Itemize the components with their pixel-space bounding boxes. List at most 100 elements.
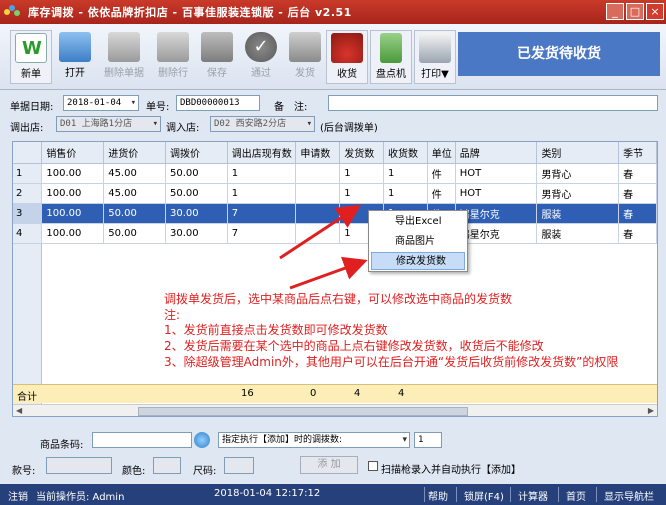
cell-brand[interactable]: HOT: [455, 163, 538, 184]
column-header-receive[interactable]: 收货数: [383, 142, 428, 164]
cell-cost-price[interactable]: 45.00: [103, 183, 166, 204]
cell-receive[interactable]: 1: [383, 183, 428, 204]
maximize-button[interactable]: □: [626, 3, 644, 20]
new-doc-button[interactable]: W 新单: [10, 30, 52, 84]
cell-season[interactable]: 春: [618, 223, 657, 244]
cell-ship[interactable]: 1: [339, 183, 384, 204]
color-input[interactable]: [153, 457, 181, 474]
size-input[interactable]: [224, 457, 254, 474]
menu-item-edit-ship-qty[interactable]: 修改发货数: [371, 252, 465, 270]
cell-ship[interactable]: 1: [339, 163, 384, 184]
add-mode-select[interactable]: 指定执行【添加】时的调拨数:: [218, 432, 410, 448]
doc-no-field[interactable]: DBD00000013: [176, 95, 260, 111]
column-header-stock[interactable]: 调出店现有数: [227, 142, 297, 164]
cell-category[interactable]: 服装: [536, 203, 620, 224]
cell-transfer-price[interactable]: 50.00: [165, 163, 228, 184]
to-store-select[interactable]: D02 西安路2分店: [210, 116, 315, 132]
scroll-left-icon[interactable]: ◀: [16, 406, 22, 415]
cell-brand[interactable]: HOT: [455, 183, 538, 204]
cell-transfer-price[interactable]: 30.00: [165, 223, 228, 244]
item-grid[interactable]: 销售价 进货价 调拨价 调出店现有数 申请数 发货数 收货数 单位 品牌 类别 …: [12, 141, 658, 417]
remark-field[interactable]: [328, 95, 658, 111]
close-button[interactable]: ×: [646, 3, 664, 20]
approve-button[interactable]: ✓ 通过: [240, 30, 282, 84]
ship-button[interactable]: 发货: [284, 30, 326, 84]
context-menu: 导出Excel 商品图片 修改发货数: [368, 210, 468, 272]
cell-category[interactable]: 服装: [536, 223, 620, 244]
cell-cost-price[interactable]: 50.00: [103, 203, 166, 224]
column-header-category[interactable]: 类别: [536, 142, 620, 164]
cell-transfer-price[interactable]: 30.00: [165, 203, 228, 224]
cell-category[interactable]: 男背心: [536, 183, 620, 204]
lock-screen-link[interactable]: 锁屏(F4): [464, 488, 504, 503]
cell-cost-price[interactable]: 45.00: [103, 163, 166, 184]
cell-apply[interactable]: [295, 223, 341, 244]
cell-sale-price[interactable]: 100.00: [41, 183, 105, 204]
home-link[interactable]: 首页: [566, 488, 586, 503]
column-header-transfer-price[interactable]: 调拨价: [165, 142, 228, 164]
help-link[interactable]: 帮助: [428, 488, 448, 503]
row-number: 1: [13, 163, 43, 184]
cell-sale-price[interactable]: 100.00: [41, 223, 105, 244]
date-picker[interactable]: 2018-01-04: [63, 95, 139, 111]
horizontal-scrollbar[interactable]: ◀ ▶: [13, 404, 657, 416]
cell-receive[interactable]: 1: [383, 163, 428, 184]
add-button[interactable]: 添 加: [300, 456, 358, 474]
cell-unit[interactable]: 件: [427, 163, 456, 184]
column-header-apply[interactable]: 申请数: [295, 142, 341, 164]
logout-link[interactable]: 注销: [8, 488, 28, 503]
cell-stock[interactable]: 7: [227, 223, 297, 244]
table-row[interactable]: 2 100.00 45.00 50.00 1 1 1 件 HOT 男背心 春: [13, 183, 657, 204]
column-header-brand[interactable]: 品牌: [455, 142, 538, 164]
cell-stock[interactable]: 1: [227, 163, 297, 184]
cell-season[interactable]: 春: [618, 183, 657, 204]
calculator-link[interactable]: 计算器: [518, 488, 548, 503]
column-header[interactable]: [13, 142, 43, 164]
show-nav-link[interactable]: 显示导航栏: [604, 488, 654, 503]
totals-row: 合计 16 0 4 4: [13, 384, 657, 403]
doc-no-label: 单号:: [146, 102, 170, 113]
column-header-sale-price[interactable]: 销售价: [41, 142, 105, 164]
minimize-button[interactable]: _: [606, 3, 624, 20]
save-button[interactable]: 保存: [196, 30, 238, 84]
print-button[interactable]: 打印▼: [414, 30, 456, 84]
table-row[interactable]: 4 100.00 50.00 30.00 7 1 1 件 鸿星尔克 服装 春: [13, 223, 657, 244]
column-header-unit[interactable]: 单位: [427, 142, 456, 164]
menu-item-export-excel[interactable]: 导出Excel: [371, 213, 465, 231]
cell-apply[interactable]: [295, 203, 341, 224]
delete-doc-button[interactable]: 删除单据: [100, 30, 148, 84]
column-header-ship[interactable]: 发货数: [339, 142, 384, 164]
table-row[interactable]: 1 100.00 45.00 50.00 1 1 1 件 HOT 男背心 春: [13, 163, 657, 184]
style-input[interactable]: [46, 457, 112, 474]
receive-button[interactable]: 收货: [326, 30, 368, 84]
cell-unit[interactable]: 件: [427, 183, 456, 204]
auto-add-checkbox[interactable]: [368, 461, 378, 471]
barcode-input[interactable]: [92, 432, 192, 448]
cell-transfer-price[interactable]: 50.00: [165, 183, 228, 204]
search-icon[interactable]: [194, 432, 210, 448]
cell-stock[interactable]: 7: [227, 203, 297, 224]
from-store-select[interactable]: D01 上海路1分店: [56, 116, 161, 132]
status-bar: 注销 当前操作员: Admin 2018-01-04 12:17:12 帮助 锁…: [0, 484, 666, 505]
cell-cost-price[interactable]: 50.00: [103, 223, 166, 244]
cell-category[interactable]: 男背心: [536, 163, 620, 184]
column-header-cost-price[interactable]: 进货价: [103, 142, 166, 164]
cell-sale-price[interactable]: 100.00: [41, 203, 105, 224]
qty-input[interactable]: 1: [414, 432, 442, 448]
cell-season[interactable]: 春: [618, 163, 657, 184]
column-header-season[interactable]: 季节: [618, 142, 657, 164]
cell-apply[interactable]: [295, 163, 341, 184]
to-store-label: 调入店:: [166, 123, 200, 134]
cell-season[interactable]: 春: [618, 203, 657, 224]
table-row-selected[interactable]: 3 100.00 50.00 30.00 7 1 1 件 鸿星尔克 服装 春: [13, 203, 657, 224]
scanner-button[interactable]: 盘点机: [370, 30, 412, 84]
delete-row-button[interactable]: 删除行: [152, 30, 194, 84]
menu-item-product-image[interactable]: 商品图片: [371, 233, 465, 251]
cell-apply[interactable]: [295, 183, 341, 204]
new-doc-icon: W: [15, 33, 47, 63]
scroll-thumb[interactable]: [138, 407, 468, 416]
cell-stock[interactable]: 1: [227, 183, 297, 204]
cell-sale-price[interactable]: 100.00: [41, 163, 105, 184]
open-button[interactable]: 打开: [54, 30, 96, 84]
scroll-right-icon[interactable]: ▶: [648, 406, 654, 415]
